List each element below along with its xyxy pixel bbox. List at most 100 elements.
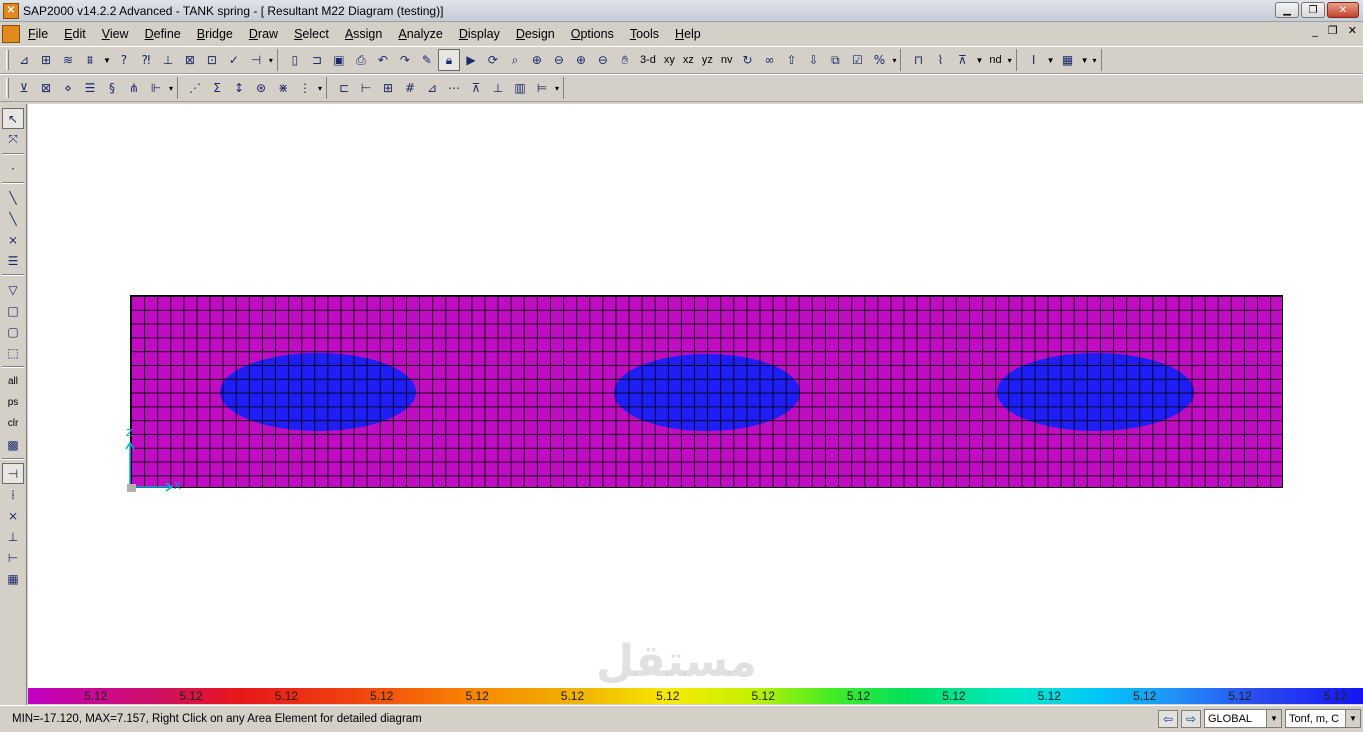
percent-icon[interactable]: % (868, 49, 890, 71)
show-undeformed-icon[interactable]: ⋰ (184, 77, 206, 99)
zoom-out-icon[interactable]: ⊖ (592, 49, 614, 71)
view-xz-button[interactable]: xz (679, 49, 698, 71)
overflow-chevron-icon[interactable]: ▾ (892, 56, 896, 65)
spring-icon[interactable]: § (101, 77, 123, 99)
zoom-window-icon[interactable]: ⌕ (504, 49, 526, 71)
menu-assign[interactable]: Assign (345, 27, 383, 41)
open-folder-icon[interactable]: ⊐ (306, 49, 328, 71)
frame-section-icon[interactable]: ⊥ (157, 49, 179, 71)
divide-frame-icon[interactable]: ⊢ (355, 77, 377, 99)
draw-joint-icon[interactable]: · (2, 158, 24, 179)
units-select[interactable]: Tonf, m, C ▼ (1285, 709, 1361, 728)
undo-icon[interactable]: ↶ (372, 49, 394, 71)
snap-perpendicular-icon[interactable]: ⊥ (2, 526, 24, 547)
chevron-down-icon[interactable]: ▼ (1266, 710, 1281, 727)
save-icon[interactable]: ▣ (328, 49, 350, 71)
menu-define[interactable]: Define (145, 27, 181, 41)
menu-draw[interactable]: Draw (249, 27, 278, 41)
intersecting-line-icon[interactable]: ▩ (2, 434, 24, 455)
redo-icon[interactable]: ↷ (394, 49, 416, 71)
menu-options[interactable]: Options (571, 27, 614, 41)
view-yz-button[interactable]: yz (698, 49, 717, 71)
chevron-down-icon[interactable]: ▼ (1345, 710, 1360, 727)
numbering-icon[interactable]: # (399, 77, 421, 99)
rotate-3d-icon[interactable]: ↻ (736, 49, 758, 71)
object-shrink-icon[interactable]: ⧉ (824, 49, 846, 71)
show-loads-icon[interactable]: Σ (206, 77, 228, 99)
draw-frame-icon[interactable]: ╲ (2, 187, 24, 208)
draw-brace-icon[interactable]: ⨯ (2, 229, 24, 250)
section-designer-icon[interactable]: ⩩ (79, 49, 101, 71)
document-icon[interactable] (2, 24, 20, 43)
check-section-icon[interactable]: ✓ (223, 49, 245, 71)
load-pattern-icon[interactable]: ⊣ (245, 49, 267, 71)
draw-rect-area-icon[interactable]: □ (2, 300, 24, 321)
zoom-full-icon[interactable]: ⊕ (526, 49, 548, 71)
draw-solid-icon[interactable]: ⬚ (2, 342, 24, 363)
previous-selection-button[interactable]: ps (2, 392, 24, 413)
frame-release-icon[interactable]: ⊠ (35, 77, 57, 99)
chevron-down-icon[interactable]: ▼ (103, 56, 111, 65)
mdi-close-button[interactable]: ✕ (1348, 24, 1357, 37)
menu-help[interactable]: Help (675, 27, 701, 41)
menu-analyze[interactable]: Analyze (398, 27, 442, 41)
mesh-area-icon[interactable]: ⊞ (377, 77, 399, 99)
ground-icon[interactable]: ⊥ (487, 77, 509, 99)
chevron-down-icon[interactable]: ▼ (1047, 56, 1055, 65)
model-view-canvas[interactable]: X Z (28, 104, 1363, 688)
quick-draw-area-icon[interactable]: ▢ (2, 321, 24, 342)
menu-bridge[interactable]: Bridge (197, 27, 233, 41)
shell-plate-diagram[interactable] (130, 295, 1283, 488)
maximize-button[interactable]: ❐ (1301, 2, 1325, 18)
area-load-icon[interactable]: ⋄ (57, 77, 79, 99)
chevron-down-icon[interactable]: ▼ (975, 56, 983, 65)
overflow-chevron-icon[interactable]: ▾ (269, 56, 273, 65)
view-xy-button[interactable]: xy (660, 49, 679, 71)
chevron-down-icon[interactable]: ▼ (1081, 56, 1089, 65)
building-icon[interactable]: ▥ (509, 77, 531, 99)
snap-lines-icon[interactable]: ⊢ (2, 547, 24, 568)
snap-points-icon[interactable]: ⁞ (2, 484, 24, 505)
overflow-chevron-icon[interactable]: ▾ (169, 84, 173, 93)
run-analysis-icon[interactable]: ▶ (460, 49, 482, 71)
show-deformed-icon[interactable]: ↕ (228, 77, 250, 99)
reshape-icon[interactable]: ⤧ (2, 129, 24, 150)
zoom-in-icon[interactable]: ⊕ (570, 49, 592, 71)
show-forces-icon[interactable]: ⊛ (250, 77, 272, 99)
link-property-icon[interactable]: ⊡ (201, 49, 223, 71)
nd-button[interactable]: nd (985, 49, 1005, 71)
line-spring-icon[interactable]: ⋔ (123, 77, 145, 99)
extrude-icon[interactable]: ⊏ (333, 77, 355, 99)
menu-design[interactable]: Design (516, 27, 555, 41)
new-model-icon[interactable]: ⊿ (13, 49, 35, 71)
link-icon[interactable]: ⋯ (443, 77, 465, 99)
frame-icon[interactable]: ⊓ (907, 49, 929, 71)
zoom-previous-icon[interactable]: ⊖ (548, 49, 570, 71)
draw-poly-area-icon[interactable]: ▽ (2, 279, 24, 300)
view-3d-button[interactable]: 3-d (636, 49, 660, 71)
select-all-button[interactable]: all (2, 371, 24, 392)
overflow-chevron-icon[interactable]: ▾ (1008, 56, 1012, 65)
pointer-icon[interactable]: ↖ (2, 108, 24, 129)
mdi-minimize-button[interactable]: _ (1312, 24, 1318, 37)
pan-icon[interactable]: ✋︎ (614, 49, 636, 71)
help-icon[interactable]: ? (113, 49, 135, 71)
coordinate-system-select[interactable]: GLOBAL ▼ (1204, 709, 1282, 728)
grid-lines-icon[interactable]: ⊞ (35, 49, 57, 71)
menu-edit[interactable]: Edit (64, 27, 86, 41)
overflow-chevron-icon[interactable]: ▾ (555, 84, 559, 93)
arrow-right-icon[interactable]: ⇨ (1181, 709, 1201, 728)
forces-icon[interactable]: ⊼ (951, 49, 973, 71)
snap-fine-grid-icon[interactable]: ▦ (2, 568, 24, 589)
tendon-icon[interactable]: ⊨ (531, 77, 553, 99)
menu-display[interactable]: Display (459, 27, 500, 41)
perspective-icon[interactable]: ∞ (758, 49, 780, 71)
mdi-restore-button[interactable]: ❐ (1328, 24, 1338, 37)
menu-file[interactable]: File (28, 27, 48, 41)
set-display-options-icon[interactable]: ☑ (846, 49, 868, 71)
joint-restraint-icon[interactable]: ⊻ (13, 77, 35, 99)
show-energy-icon[interactable]: ⋮ (294, 77, 316, 99)
area-section-icon[interactable]: ⊠ (179, 49, 201, 71)
close-button[interactable]: ✕ (1327, 2, 1359, 18)
deformed-shape-icon[interactable]: ⌇ (929, 49, 951, 71)
